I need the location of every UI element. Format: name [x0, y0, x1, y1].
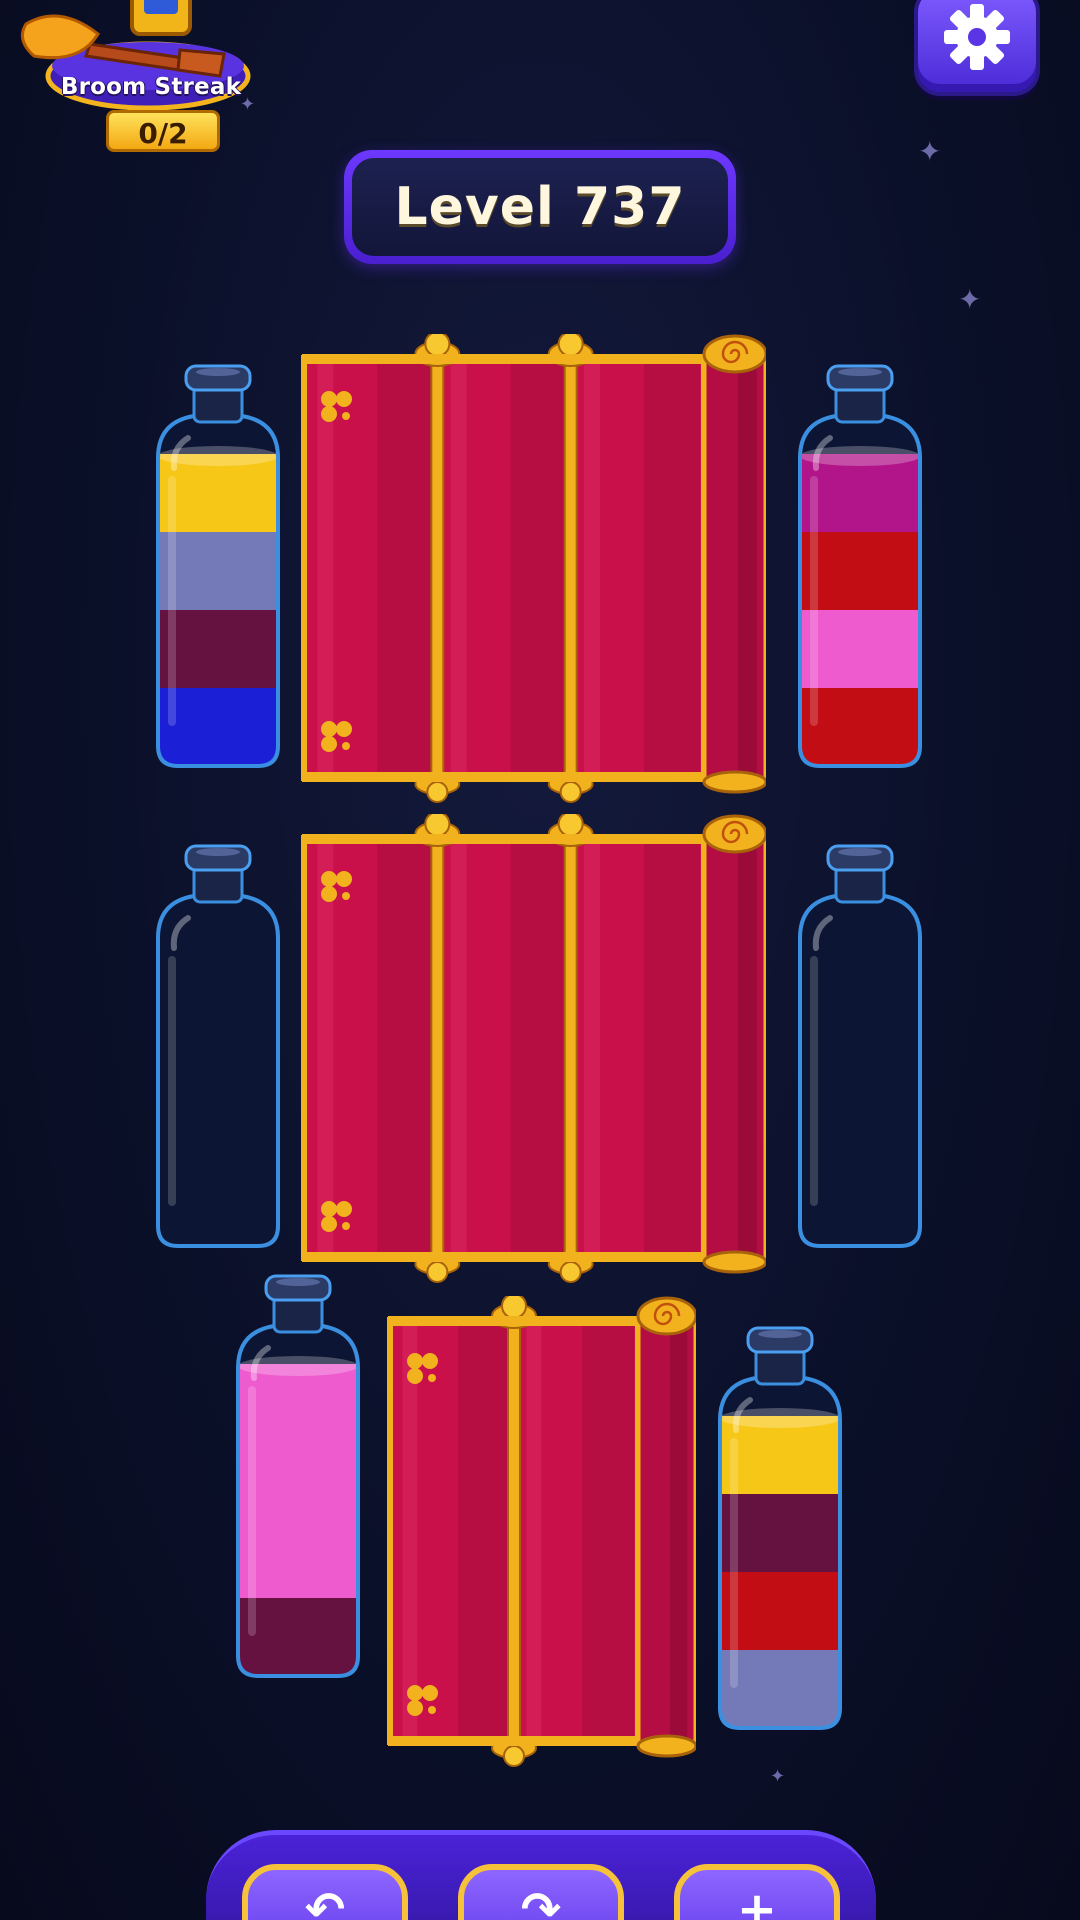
curtain-graphic: [301, 811, 769, 1283]
redo-button[interactable]: ↷: [458, 1864, 624, 1920]
settings-button[interactable]: [914, 0, 1040, 96]
bottle-glass: [718, 1326, 842, 1730]
bottle-glass: [236, 1274, 360, 1678]
add-bottle-button[interactable]: +: [674, 1864, 840, 1920]
curtain-graphic: [301, 331, 769, 803]
curtain-cover-bottom: [386, 1293, 699, 1768]
sparkle-decoration: ✦: [918, 135, 942, 168]
bottle-glass: [156, 844, 280, 1248]
curtain-cover-middle: [300, 811, 769, 1284]
bottle-middle-right[interactable]: [792, 838, 928, 1254]
level-indicator: Level 737: [344, 150, 736, 264]
bottle-glass: [156, 364, 280, 768]
bottle-top-left[interactable]: [150, 358, 286, 774]
bottle-bottom-right[interactable]: [712, 1320, 848, 1736]
bottle-glass: [798, 844, 922, 1248]
broom-streak-badge[interactable]: Broom Streak 0/2: [20, 0, 260, 160]
bottle-top-right[interactable]: [792, 358, 928, 774]
broom-streak-label: Broom Streak: [60, 74, 242, 100]
level-title: Level 737: [394, 177, 686, 237]
curtain-cover-top: [300, 331, 769, 804]
bottle-glass: [798, 364, 922, 768]
sparkle-decoration: ✦: [958, 283, 982, 316]
curtain-graphic: [387, 1293, 699, 1767]
undo-button[interactable]: ↶: [242, 1864, 408, 1920]
undo-arrow-icon: ↶: [304, 1882, 346, 1920]
sparkle-decoration: ✦: [770, 1766, 786, 1787]
gear-icon: [944, 4, 1010, 70]
bottle-middle-left[interactable]: [150, 838, 286, 1254]
broom-streak-count: 0/2: [106, 110, 220, 152]
add-bottle-icon: +: [736, 1882, 778, 1920]
game-screen: ✦ ✦ ✦ ✦ Broom Streak 0/2 Level 737 ↶ ↷ +: [0, 0, 1080, 1920]
bottle-bottom-left[interactable]: [230, 1268, 366, 1684]
redo-arrow-icon: ↷: [520, 1882, 562, 1920]
